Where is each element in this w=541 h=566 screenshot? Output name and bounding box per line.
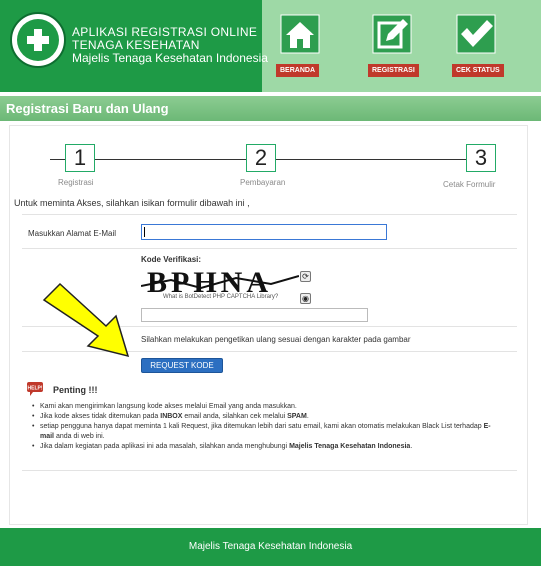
email-field[interactable] <box>141 224 387 240</box>
site-footer: Majelis Tenaga Kesehatan Indonesia <box>0 528 541 566</box>
edit-icon <box>372 14 412 54</box>
bakti-husada-logo <box>10 12 66 68</box>
step-1-label: Registrasi <box>58 178 94 187</box>
notice-bold: Majelis Tenaga Kesehatan Indonesia <box>289 443 411 450</box>
page-title-bar: Registrasi Baru dan Ulang <box>0 96 541 121</box>
list-item: setiap pengguna hanya dapat meminta 1 ka… <box>32 422 502 442</box>
notice-text: . <box>306 413 309 420</box>
logo-emblem <box>17 19 59 61</box>
notice-text: anda di web ini. <box>54 433 105 440</box>
list-item: Kami akan mengirimkan langsung kode akse… <box>32 402 502 412</box>
help-icon: HELP! <box>27 382 43 396</box>
audio-icon[interactable]: ◉ <box>300 293 311 304</box>
notice-bold: INBOX <box>160 413 183 420</box>
step-2-box: 2 <box>246 144 276 172</box>
site-title-line3: Majelis Tenaga Kesehatan Indonesia <box>72 51 268 65</box>
divider <box>22 214 517 215</box>
list-item: Jika dalam kegiatan pada aplikasi ini ad… <box>32 442 502 452</box>
step-3-box: 3 <box>466 144 496 172</box>
nav-beranda-button[interactable]: BERANDA <box>276 14 326 77</box>
notice-title: Penting !!! <box>53 385 98 395</box>
nav-registrasi-button[interactable]: REGISTRASI <box>368 14 419 77</box>
notice-text: . <box>410 443 413 450</box>
site-title: APLIKASI REGISTRASI ONLINE TENAGA KESEHA… <box>72 26 268 65</box>
captcha-input[interactable] <box>141 308 368 322</box>
captcha-label: Kode Verifikasi: <box>141 255 202 264</box>
home-icon <box>280 14 320 54</box>
check-icon <box>456 14 496 54</box>
notice-bold: SPAM <box>287 413 307 420</box>
footer-text: Majelis Tenaga Kesehatan Indonesia <box>188 541 353 552</box>
page-title: Registrasi Baru dan Ulang <box>6 101 169 116</box>
annotation-arrow <box>42 282 130 358</box>
nav-cek-status-button[interactable]: CEK STATUS <box>452 14 504 77</box>
captcha-image: BPHNA What is BotDetect PHP CAPTCHA Libr… <box>141 266 299 304</box>
notice-list: Kami akan mengirimkan langsung kode akse… <box>32 402 502 452</box>
step-3-label: Cetak Formulir <box>443 180 496 189</box>
captcha-caption[interactable]: What is BotDetect PHP CAPTCHA Library? <box>163 294 278 300</box>
divider <box>22 248 517 249</box>
nav-cek-status-label: CEK STATUS <box>452 64 504 77</box>
email-label: Masukkan Alamat E-Mail <box>28 229 117 238</box>
nav-beranda-label: BERANDA <box>276 64 319 77</box>
notice-text: Jika kode akses tidak ditemukan pada <box>40 413 161 420</box>
cross-icon <box>27 29 49 51</box>
divider <box>22 470 517 471</box>
notice-text: Kami akan mengirimkan langsung kode akse… <box>40 403 297 410</box>
notice-text: email anda, silahkan cek melalui <box>182 413 288 420</box>
refresh-icon[interactable]: ⟳ <box>300 271 311 282</box>
step-1-box: 1 <box>65 144 95 172</box>
step-2-label: Pembayaran <box>240 178 286 187</box>
captcha-hint: Silahkan melakukan pengetikan ulang sesu… <box>141 335 411 344</box>
svg-text:HELP!: HELP! <box>28 386 43 392</box>
request-kode-button[interactable]: REQUEST KODE <box>141 358 223 373</box>
text-caret <box>144 227 145 237</box>
nav-registrasi-label: REGISTRASI <box>368 64 419 77</box>
form-intro: Untuk meminta Akses, silahkan isikan for… <box>14 198 250 208</box>
notice-text: Jika dalam kegiatan pada aplikasi ini ad… <box>40 443 290 450</box>
list-item: Jika kode akses tidak ditemukan pada INB… <box>32 412 502 422</box>
notice-text: setiap pengguna hanya dapat meminta 1 ka… <box>40 423 484 430</box>
